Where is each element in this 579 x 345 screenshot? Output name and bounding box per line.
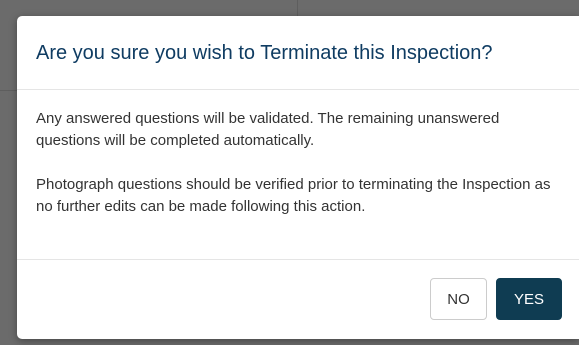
backdrop-divider (0, 90, 17, 91)
terminate-inspection-dialog: Are you sure you wish to Terminate this … (17, 16, 579, 339)
photograph-warning-message: Photograph questions should be verified … (36, 176, 551, 215)
dialog-footer: NO YES (17, 260, 579, 339)
no-button[interactable]: NO (430, 278, 487, 320)
dialog-body: Any answered questions will be validated… (17, 90, 579, 260)
yes-button[interactable]: YES (496, 278, 562, 320)
dialog-title: Are you sure you wish to Terminate this … (36, 42, 493, 64)
dialog-header: Are you sure you wish to Terminate this … (17, 16, 579, 90)
validation-message: Any answered questions will be validated… (36, 110, 500, 149)
backdrop-divider (297, 0, 298, 16)
